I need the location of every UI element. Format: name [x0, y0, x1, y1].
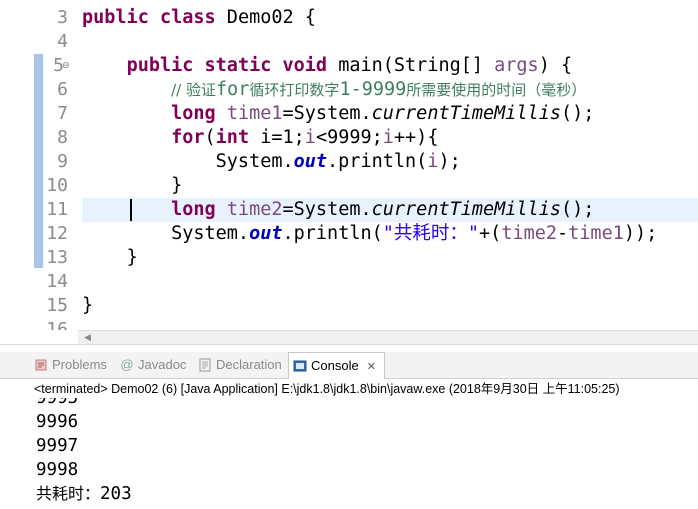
- line-number: 9: [57, 151, 68, 172]
- at-sign-icon: @: [120, 356, 134, 372]
- tab-javadoc-label: Javadoc: [138, 357, 187, 372]
- line-number: 16: [46, 319, 68, 330]
- console-line: 共耗时：203: [36, 484, 132, 504]
- line-number: 7: [57, 103, 68, 124]
- code-line: System.out.println(i);: [215, 151, 461, 172]
- line-number: 4: [57, 31, 68, 52]
- code-line: System.out.println("共耗时："+(time2-time1))…: [171, 223, 658, 244]
- fold-toggle-icon[interactable]: ⊖: [62, 62, 70, 71]
- line-number: 6: [57, 79, 68, 100]
- line-number: 5: [53, 55, 64, 76]
- scroll-left-icon[interactable]: ◀: [84, 331, 91, 345]
- console-status: <terminated> Demo02 (6) [Java Applicatio…: [34, 382, 620, 396]
- line-number: 14: [46, 271, 68, 292]
- panel-separator[interactable]: [0, 344, 698, 352]
- tab-problems-label: Problems: [52, 357, 107, 372]
- code-line: public class Demo02 {: [82, 7, 316, 28]
- line-number: 10: [46, 175, 68, 196]
- declaration-icon: [199, 358, 211, 372]
- line-number: 3: [57, 7, 68, 28]
- horizontal-scrollbar[interactable]: ◀: [78, 330, 698, 345]
- code-line: }: [171, 175, 183, 196]
- code-line: }: [126, 247, 138, 268]
- line-number: 11: [46, 199, 68, 220]
- code-line: public static void main(String[] args) {: [126, 55, 573, 76]
- problems-icon: [35, 359, 47, 371]
- code-line: for(int i=1;i<9999;i++){: [171, 127, 439, 148]
- tab-javadoc[interactable]: @ Javadoc: [120, 352, 186, 378]
- tab-console[interactable]: Console ✕: [288, 352, 385, 379]
- console-line: 9995: [36, 398, 79, 408]
- code-line: }: [82, 295, 94, 316]
- console-icon: [293, 360, 307, 372]
- current-code-line: long time2=System.currentTimeMillis();: [82, 198, 698, 222]
- line-number: 15: [46, 295, 68, 316]
- tab-console-label: Console: [311, 358, 359, 373]
- view-tab-bar: Problems @ Javadoc Declaration Console ✕: [0, 352, 698, 379]
- console-line: 9998: [36, 460, 79, 480]
- tab-problems[interactable]: Problems: [34, 352, 107, 378]
- line-number: 8: [57, 127, 68, 148]
- console-output[interactable]: 9995 9996 9997 9998 共耗时：203: [34, 398, 698, 509]
- code-line: long time1=System.currentTimeMillis();: [171, 103, 595, 124]
- tab-declaration[interactable]: Declaration: [198, 352, 282, 378]
- gutter-bottom: [0, 330, 78, 344]
- tab-declaration-label: Declaration: [216, 357, 282, 372]
- close-icon[interactable]: ✕: [367, 361, 376, 373]
- console-line: 9997: [36, 436, 79, 456]
- text-caret: [130, 199, 132, 221]
- line-number: 12: [46, 223, 68, 244]
- code-editor[interactable]: 3 4 5 6 7 8 9 10 11 12 13 14 15 16 ⊖ pub…: [0, 0, 698, 330]
- code-line: // 验证for循环打印数字1-9999所需要使用的时间（毫秒）: [171, 79, 587, 100]
- line-number: 13: [46, 247, 68, 268]
- console-line: 9996: [36, 412, 79, 432]
